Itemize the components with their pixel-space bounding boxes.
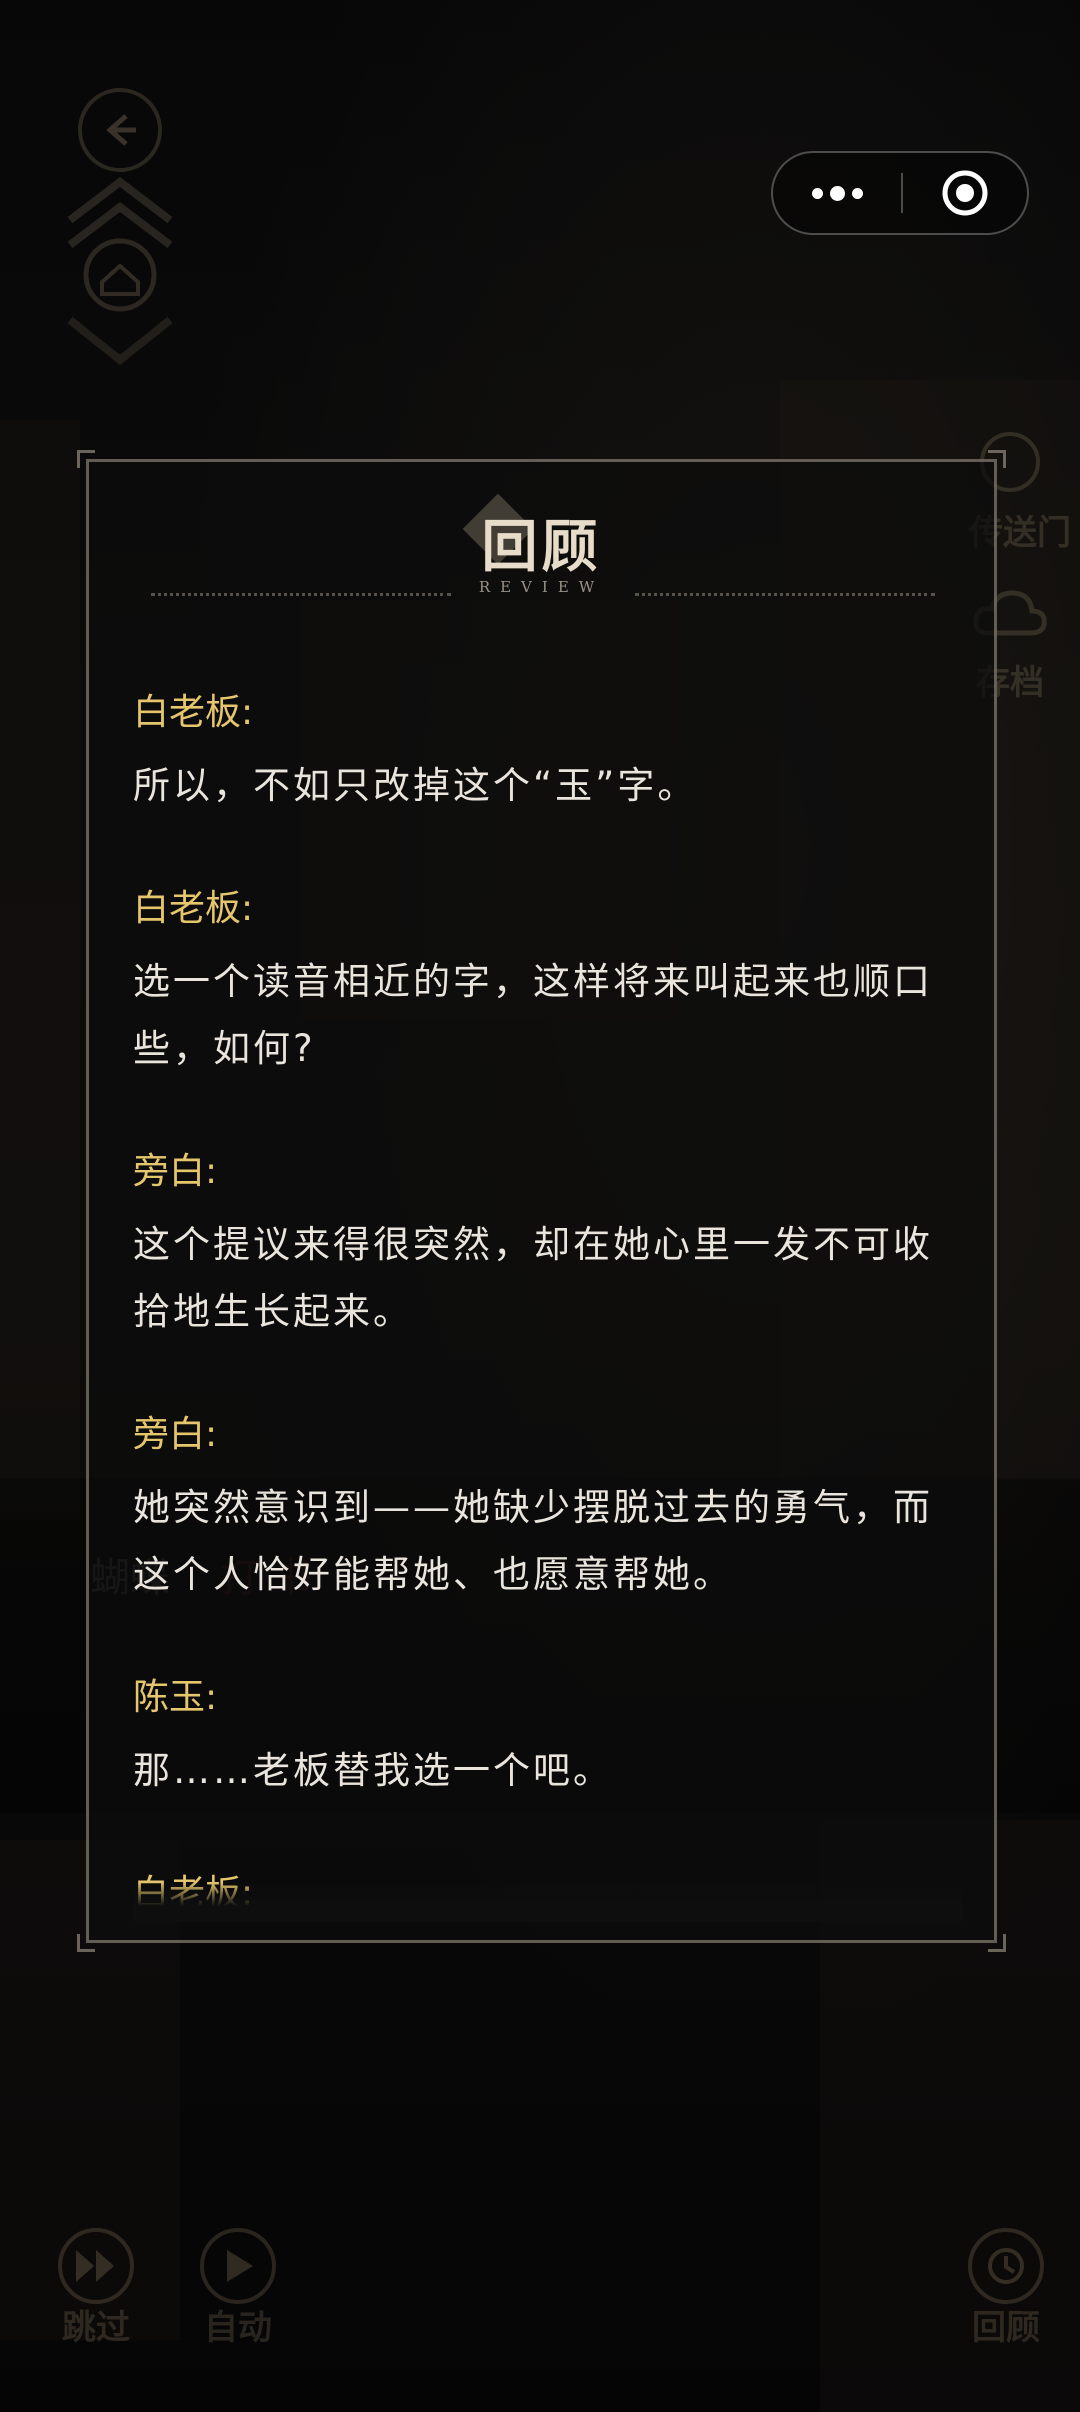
panel-corner <box>988 450 1006 468</box>
clock-icon <box>988 2248 1024 2284</box>
speaker-name: 旁白: <box>133 1414 218 1455</box>
log-entry: 旁白: 这个提议来得很突然，却在她心里一发不可收拾地生长起来。 <box>133 1151 963 1345</box>
more-dots-icon <box>811 187 823 199</box>
log-entry: 白老板: 选一个读音相近的字，这样将来叫起来也顺口些，如何? <box>133 888 963 1082</box>
dialogue-text: 这个提议来得很突然，却在她心里一发不可收拾地生长起来。 <box>133 1223 933 1333</box>
target-close-icon <box>942 170 988 216</box>
skip-label: 跳过 <box>62 2308 130 2348</box>
review-title: 回顾 <box>481 514 602 580</box>
dialogue-text: 那……老板替我选一个吧。 <box>133 1749 613 1792</box>
review-subtitle: REVIEW <box>478 578 605 596</box>
auto-label: 自动 <box>204 2308 272 2348</box>
close-button[interactable] <box>903 153 1027 233</box>
panel-corner <box>77 450 95 468</box>
dialogue-text: 她突然意识到——她缺少摆脱过去的勇气，而这个人恰好能帮她、也愿意帮她。 <box>133 1486 933 1596</box>
dialogue-text: 所以，不如只改掉这个“玉”字。 <box>133 764 698 807</box>
more-dot-center <box>829 185 845 201</box>
log-bottom-fade <box>133 1882 963 1922</box>
review-button-label: 回顾 <box>972 2308 1040 2348</box>
speaker-name: 白老板: <box>133 692 254 733</box>
home-icon <box>67 176 173 366</box>
log-entry: 旁白: 她突然意识到——她缺少摆脱过去的勇气，而这个人恰好能帮她、也愿意帮她。 <box>133 1414 963 1608</box>
panel-corner <box>988 1934 1006 1952</box>
review-panel[interactable]: 回顾 REVIEW 白老板: 所以，不如只改掉这个“玉”字。 白老板: 选一个读… <box>77 450 1006 1952</box>
mini-program-capsule <box>771 151 1029 235</box>
more-button[interactable] <box>773 153 901 233</box>
dialogue-text: 选一个读音相近的字，这样将来叫起来也顺口些，如何? <box>133 960 933 1070</box>
play-icon <box>227 2250 253 2282</box>
back-arrow-icon <box>106 114 136 146</box>
speaker-name: 白老板: <box>133 888 254 929</box>
fast-forward-icon <box>76 2250 114 2282</box>
speaker-name: 陈玉: <box>133 1677 218 1718</box>
speaker-name: 旁白: <box>133 1151 218 1192</box>
more-dot-right <box>851 187 863 199</box>
log-entry: 陈玉: 那……老板替我选一个吧。 <box>133 1677 963 1804</box>
log-entry: 白老板: 所以，不如只改掉这个“玉”字。 <box>133 692 963 819</box>
panel-corner <box>77 1934 95 1952</box>
review-log-list[interactable]: 白老板: 所以，不如只改掉这个“玉”字。 白老板: 选一个读音相近的字，这样将来… <box>133 692 963 1922</box>
